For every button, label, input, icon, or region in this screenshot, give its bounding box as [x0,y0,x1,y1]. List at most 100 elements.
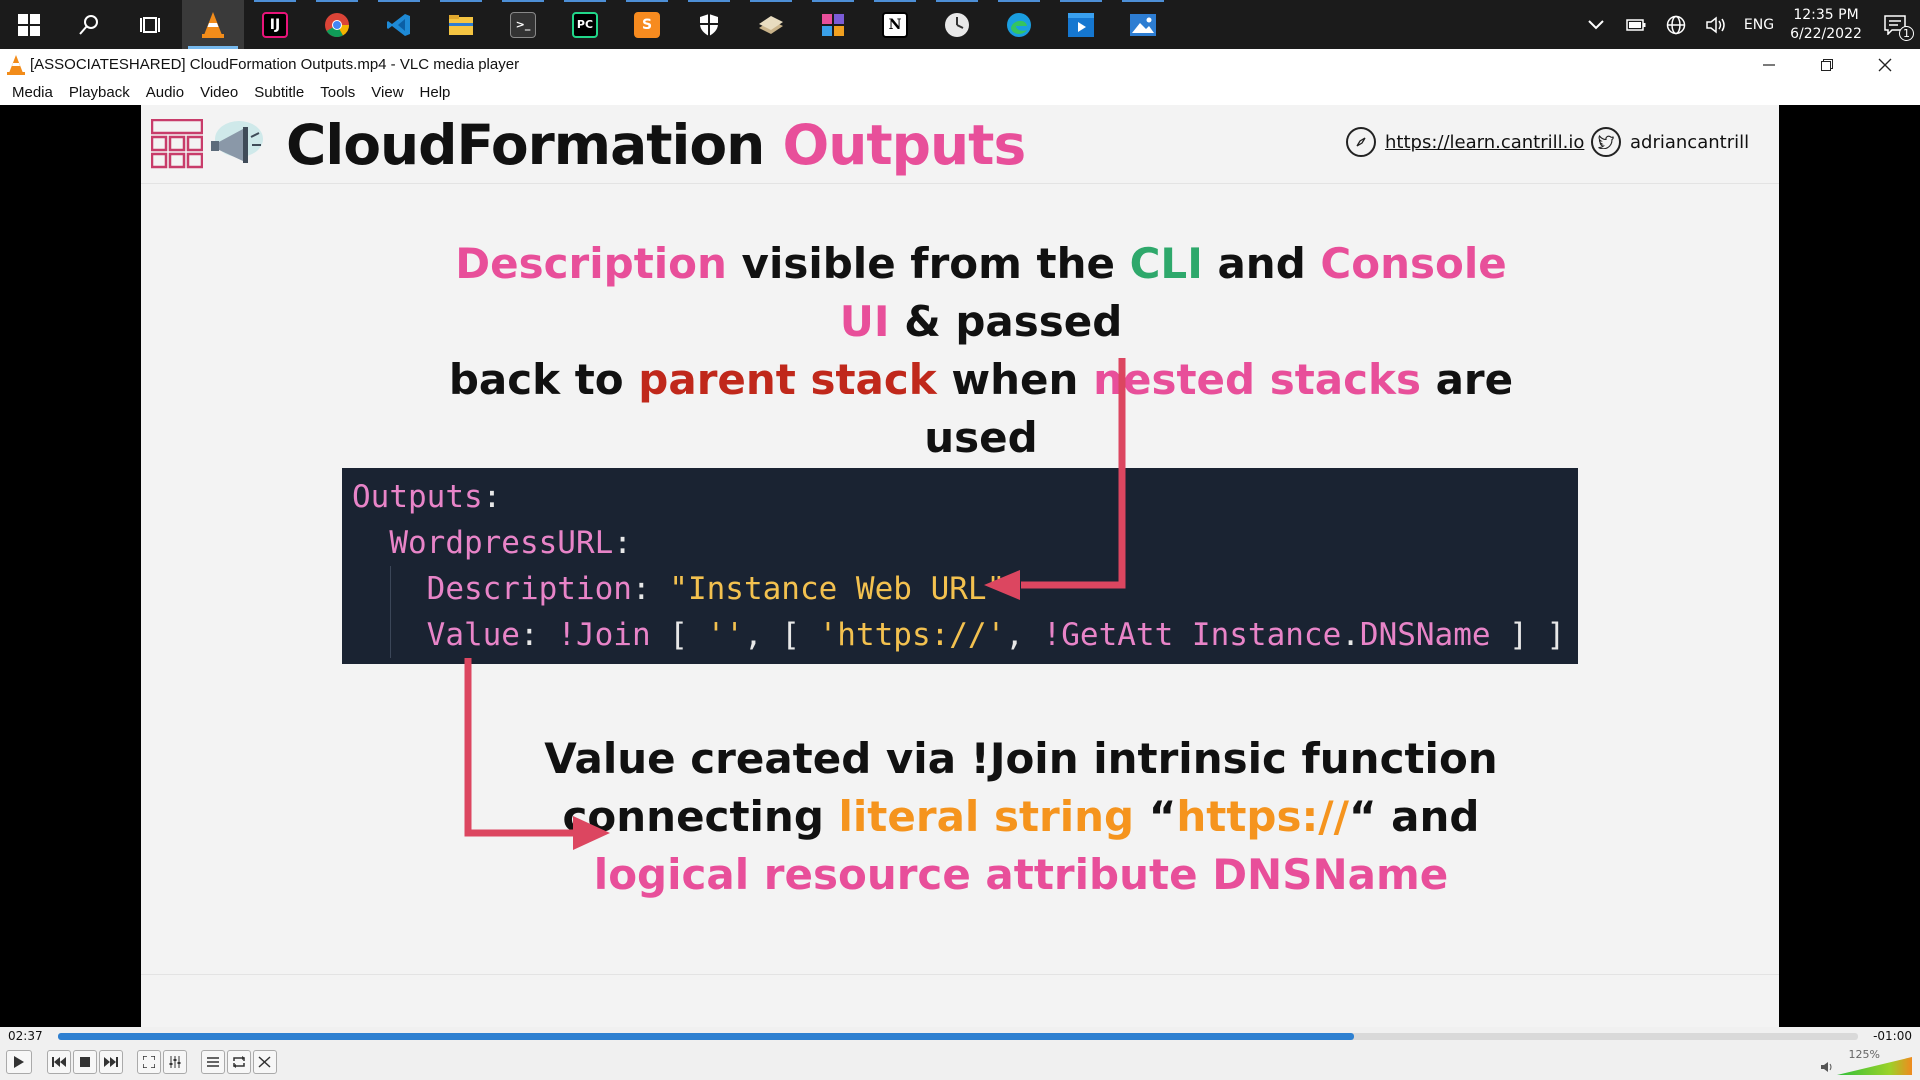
minimize-button[interactable] [1740,49,1798,80]
clock-app-icon [945,12,969,37]
search-button[interactable] [58,0,120,49]
stop-icon [80,1057,90,1067]
megaphone-icon [211,121,263,163]
skip-back-icon [52,1057,66,1067]
task-view-icon [140,16,160,33]
shuffle-button[interactable] [253,1050,277,1074]
time-remaining[interactable]: -01:00 [1873,1029,1912,1043]
window-titlebar: [ASSOCIATESHARED] CloudFormation Outputs… [0,49,1920,80]
terminal-icon: >_ [510,11,536,38]
taskbar-vlc[interactable] [182,0,244,49]
menu-video[interactable]: Video [192,84,246,101]
seek-bar[interactable] [58,1033,1858,1040]
restore-button[interactable] [1798,49,1856,80]
volume-slider[interactable] [1837,1057,1912,1075]
taskbar-sublime[interactable]: S [616,0,678,49]
playlist-button[interactable] [201,1050,225,1074]
menu-audio[interactable]: Audio [138,84,192,101]
cloudformation-logo-icon [151,119,203,169]
close-button[interactable] [1856,49,1914,80]
start-button[interactable] [0,0,58,49]
taskbar: IJ >_ PC S N ENG 12:35 PM 6/22/2022 1 [0,0,1920,49]
slide-title: CloudFormation Outputs [286,113,1026,177]
taskbar-app[interactable] [740,0,802,49]
code-fn-join: !Join [557,617,651,653]
menu-subtitle[interactable]: Subtitle [246,84,312,101]
minimize-icon [1763,63,1775,66]
taskbar-chrome[interactable] [306,0,368,49]
code-resource: Instance [1191,617,1342,653]
equalizer-icon [169,1056,181,1068]
menu-view[interactable]: View [363,84,411,101]
stop-button[interactable] [73,1050,97,1074]
photos-icon [1130,13,1156,36]
language-indicator[interactable]: ENG [1736,17,1782,33]
app-icon-2 [822,13,844,36]
tray-overflow-button[interactable] [1576,0,1616,49]
media-player-icon [1068,12,1094,37]
caption-word: “ and [1348,792,1480,841]
slide-header: CloudFormation Outputs https://learn.can… [141,105,1779,184]
globe-icon [1666,15,1686,34]
network-button[interactable] [1656,0,1696,49]
vlc-icon [202,11,224,38]
loop-button[interactable] [227,1050,251,1074]
taskbar-vscode[interactable] [368,0,430,49]
taskbar-edge[interactable] [988,0,1050,49]
taskbar-terminal[interactable]: >_ [492,0,554,49]
previous-button[interactable] [47,1050,71,1074]
chrome-icon [325,12,349,37]
slide-title-main: CloudFormation [286,113,765,177]
taskbar-security[interactable] [678,0,740,49]
loop-icon [233,1056,245,1068]
taskbar-app-2[interactable] [802,0,864,49]
taskbar-photos[interactable] [1112,0,1174,49]
notification-count: 1 [1899,26,1914,41]
battery-icon [1626,18,1646,31]
code-string-empty: '' [706,617,744,653]
slide-title-accent: Outputs [782,113,1026,177]
caption-description: Description visible from the CLI and Con… [431,235,1531,467]
clock[interactable]: 12:35 PM 6/22/2022 [1782,6,1870,44]
clock-date: 6/22/2022 [1790,25,1862,42]
window-title: [ASSOCIATESHARED] CloudFormation Outputs… [30,56,520,73]
caption-value: Value created via !Join intrinsic functi… [521,730,1521,904]
video-area[interactable]: CloudFormation Outputs https://learn.can… [0,105,1920,1027]
fullscreen-button[interactable] [137,1050,161,1074]
task-view-button[interactable] [120,0,182,49]
twitter-icon [1591,127,1621,157]
caption-word: nested stacks [1093,355,1421,404]
edge-icon [1007,12,1031,37]
extended-settings-button[interactable] [163,1050,187,1074]
code-fn-getatt: !GetAtt [1042,617,1174,653]
speaker-icon [1706,15,1725,34]
play-button[interactable] [6,1050,32,1074]
volume-button[interactable] [1696,0,1736,49]
menu-bar: Media Playback Audio Video Subtitle Tool… [0,80,1920,105]
chevron-up-icon [1588,19,1604,29]
next-button[interactable] [99,1050,123,1074]
caption-word: https:// [1176,792,1349,841]
code-value-description: "Instance Web URL" [669,571,1006,607]
code-attribute: DNSName [1359,617,1491,653]
notion-icon: N [882,11,908,38]
app-icon [759,15,783,34]
taskbar-notion[interactable]: N [864,0,926,49]
taskbar-file-explorer[interactable] [430,0,492,49]
taskbar-pycharm[interactable]: PC [554,0,616,49]
caption-word: parent stack [638,355,937,404]
vscode-icon [387,13,410,36]
caption-word: CLI [1129,239,1203,288]
taskbar-clock-app[interactable] [926,0,988,49]
taskbar-intellij[interactable]: IJ [244,0,306,49]
notifications-button[interactable]: 1 [1870,0,1920,49]
taskbar-media-player[interactable] [1050,0,1112,49]
battery-button[interactable] [1616,0,1656,49]
menu-playback[interactable]: Playback [61,84,138,101]
menu-help[interactable]: Help [412,84,459,101]
fullscreen-icon [143,1056,155,1068]
menu-tools[interactable]: Tools [312,84,363,101]
speaker-icon[interactable] [1820,1061,1834,1073]
twitter-handle: adriancantrill [1630,131,1750,153]
menu-media[interactable]: Media [4,84,61,101]
